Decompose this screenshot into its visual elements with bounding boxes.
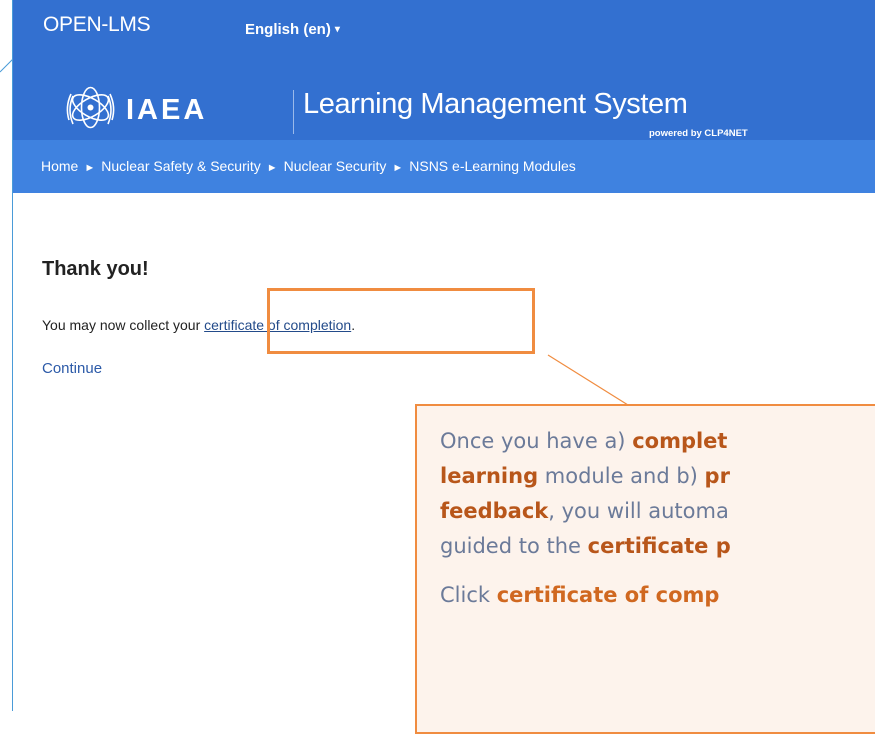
callout-text: guided to the bbox=[440, 534, 588, 558]
callout-emphasis: pr bbox=[704, 464, 730, 488]
callout-emphasis: certificate p bbox=[587, 534, 731, 558]
callout-paragraph-1: Once you have a) complet learning module… bbox=[440, 424, 875, 564]
callout-emphasis: complet bbox=[632, 429, 728, 453]
callout-emphasis: feedback bbox=[440, 499, 549, 523]
callout-text: , you will automa bbox=[548, 499, 729, 523]
instruction-callout: Once you have a) complet learning module… bbox=[415, 404, 875, 734]
callout-emphasis: certificate of comp bbox=[496, 583, 720, 607]
callout-emphasis: learning bbox=[440, 464, 539, 488]
callout-text: Once you have a) bbox=[440, 429, 633, 453]
callout-text: module and b) bbox=[538, 464, 705, 488]
callout-text: Click bbox=[440, 583, 497, 607]
callout-paragraph-2: Click certificate of comp bbox=[440, 578, 875, 613]
